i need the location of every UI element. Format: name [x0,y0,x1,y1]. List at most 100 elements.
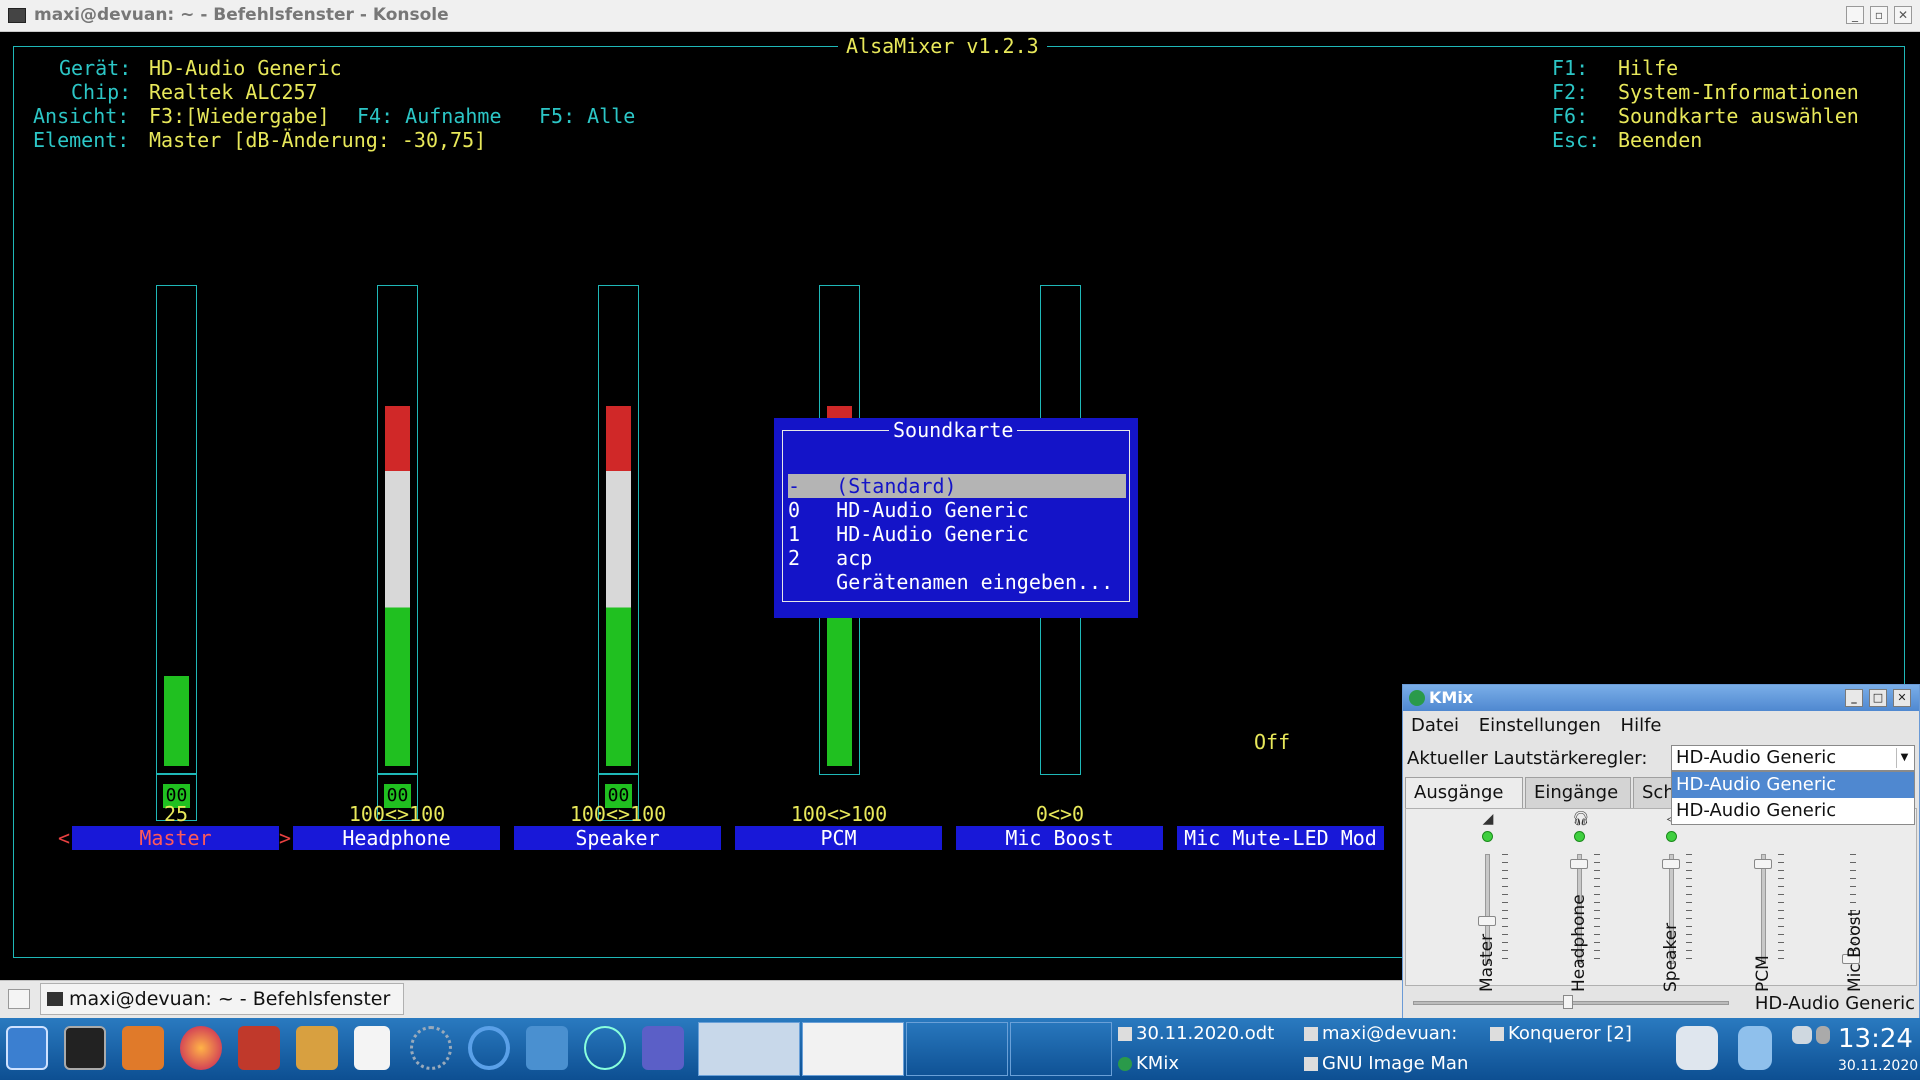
firefox-icon[interactable] [180,1026,222,1070]
network-app-icon[interactable] [410,1026,452,1070]
usb-device-icon[interactable] [1676,1026,1718,1070]
task-kmix[interactable]: KMix [1118,1050,1288,1078]
view-f5[interactable]: F5: Alle [539,104,635,128]
storage-icon[interactable] [1738,1026,1772,1070]
mute-led[interactable] [1666,831,1677,842]
soundcard-option[interactable]: 2 acp [788,546,1126,570]
menu-einstellungen[interactable]: Einstellungen [1479,715,1601,736]
chromium-icon[interactable] [468,1026,510,1070]
task-label: Konqueror [2] [1508,1023,1632,1044]
geraet-value: HD-Audio Generic [149,56,342,80]
kmix-titlebar[interactable]: KMix _ □ ✕ [1403,685,1919,711]
chevron-down-icon[interactable]: ▼ [1896,748,1912,768]
speaker-icon: ◢ [1482,811,1494,827]
chip-label: Chip: [71,80,132,104]
terminal-launcher-icon[interactable] [64,1026,106,1070]
headphone-volume-bar[interactable] [377,285,418,775]
task-label: 30.11.2020.odt [1136,1023,1275,1044]
soundcard-option[interactable]: - (Standard) [788,474,1126,498]
option-index: - [788,474,801,498]
control-label-mic-boost[interactable]: Mic Boost [956,826,1163,850]
task-gimp[interactable]: GNU Image Man [1304,1050,1484,1078]
kmix-maximize-button[interactable]: □ [1869,689,1887,707]
speaker-value: 100<>100 [569,802,667,826]
tab-ausgaenge[interactable]: Ausgänge [1405,777,1523,809]
master-volume-bar[interactable] [156,285,197,775]
slider-ticks [1594,854,1600,964]
task-konqueror[interactable]: Konqueror [2] [1490,1020,1650,1048]
slider-handle[interactable] [1754,859,1772,869]
menu-hilfe[interactable]: Hilfe [1621,715,1662,736]
kmix-menubar: Datei Einstellungen Hilfe [1411,715,1675,736]
battery-tray-icon[interactable] [1816,1026,1830,1044]
tab-schalter[interactable]: Sch [1633,777,1675,809]
graphics-app-icon[interactable] [238,1026,280,1070]
kmix-statusbar: HD-Audio Generic [1403,987,1919,1019]
slider-handle[interactable] [1662,859,1680,869]
dropdown-option[interactable]: HD-Audio Generic [1672,798,1914,824]
mute-led[interactable] [1574,831,1585,842]
control-label-speaker[interactable]: Speaker [514,826,721,850]
kmix-close-button[interactable]: ✕ [1893,689,1911,707]
control-label-pcm[interactable]: PCM [735,826,942,850]
tab-eingaenge[interactable]: Eingänge [1525,777,1631,809]
channel-label: Master [1477,933,1497,992]
view-f3[interactable]: F3:[Wiedergabe] [149,104,330,128]
konqueror-icon [1490,1027,1504,1041]
desktop-pager-1[interactable] [698,1022,800,1076]
teams-icon[interactable] [642,1026,684,1070]
dropdown-option[interactable]: HD-Audio Generic [1672,772,1914,798]
volume-tray-icon[interactable] [1792,1026,1812,1044]
control-label-master[interactable]: Master [72,826,279,850]
desktop-pager-3[interactable] [906,1022,1008,1076]
kde-menu-icon[interactable] [6,1026,48,1070]
element-label: Element: [33,128,130,152]
konsole-tab[interactable]: maxi@devuan: ~ - Befehlsfenster [40,983,404,1015]
channel-label: PCM [1753,955,1773,992]
maximize-button[interactable]: ▫ [1870,6,1888,24]
control-label-headphone[interactable]: Headphone [293,826,500,850]
document-icon[interactable] [354,1026,390,1070]
image-viewer-icon[interactable] [526,1026,568,1070]
minimize-button[interactable]: _ [1846,6,1864,24]
soundcard-option[interactable]: Gerätenamen eingeben... [788,570,1126,594]
mu-editor-icon[interactable] [584,1026,626,1070]
help-key-f6: F6: [1552,104,1589,128]
task-odt[interactable]: 30.11.2020.odt [1118,1020,1288,1048]
kmix-minimize-button[interactable]: _ [1845,689,1863,707]
taskbar: 30.11.2020.odt maxi@devuan: Konqueror [2… [0,1018,1920,1080]
window-titlebar[interactable]: maxi@devuan: ~ - Befehlsfenster - Konsol… [0,0,1920,32]
task-konsole[interactable]: maxi@devuan: [1304,1020,1484,1048]
kmix-channels-panel: ◢ Master 🎧︎ Headphone ◁ Speaker [1405,808,1917,992]
clock[interactable]: 13:24 [1838,1024,1913,1054]
option-label: (Standard) [836,474,957,498]
help-key-esc: Esc: [1552,128,1601,152]
element-value: Master [dB-Änderung: -30,75] [149,128,487,152]
volume-control-select[interactable]: HD-Audio Generic ▼ [1671,745,1915,771]
help-text-esc: Beenden [1618,128,1703,152]
option-label: HD-Audio Generic [836,498,1029,522]
slider-ticks [1502,854,1508,964]
channel-label: Mic Boost [1845,909,1865,992]
speaker-volume-bar[interactable] [598,285,639,775]
slider-handle[interactable] [1563,995,1573,1009]
mic-boost-value: 0<>0 [1035,802,1085,826]
desktop-pager-2[interactable] [802,1022,904,1076]
menu-datei[interactable]: Datei [1411,715,1459,736]
view-f4[interactable]: F4: Aufnahme [357,104,502,128]
home-icon[interactable] [122,1026,164,1070]
desktop-pager-4[interactable] [1010,1022,1112,1076]
control-label-mic-mute-led[interactable]: Mic Mute-LED Mod [1177,826,1384,850]
office-app-icon[interactable] [296,1026,338,1070]
new-tab-button[interactable] [8,989,30,1009]
mute-led[interactable] [1482,831,1493,842]
task-label: maxi@devuan: [1322,1023,1458,1044]
geraet-label: Gerät: [59,56,132,80]
channel-master: ◢ Master [1468,809,1548,992]
soundcard-option[interactable]: 0 HD-Audio Generic [788,498,1126,522]
close-button[interactable]: ✕ [1894,6,1912,24]
volume-control-label: Aktueller Lautstärkeregler: [1407,748,1648,769]
terminal-icon [1304,1027,1318,1041]
slider-handle[interactable] [1570,859,1588,869]
soundcard-option[interactable]: 1 HD-Audio Generic [788,522,1126,546]
